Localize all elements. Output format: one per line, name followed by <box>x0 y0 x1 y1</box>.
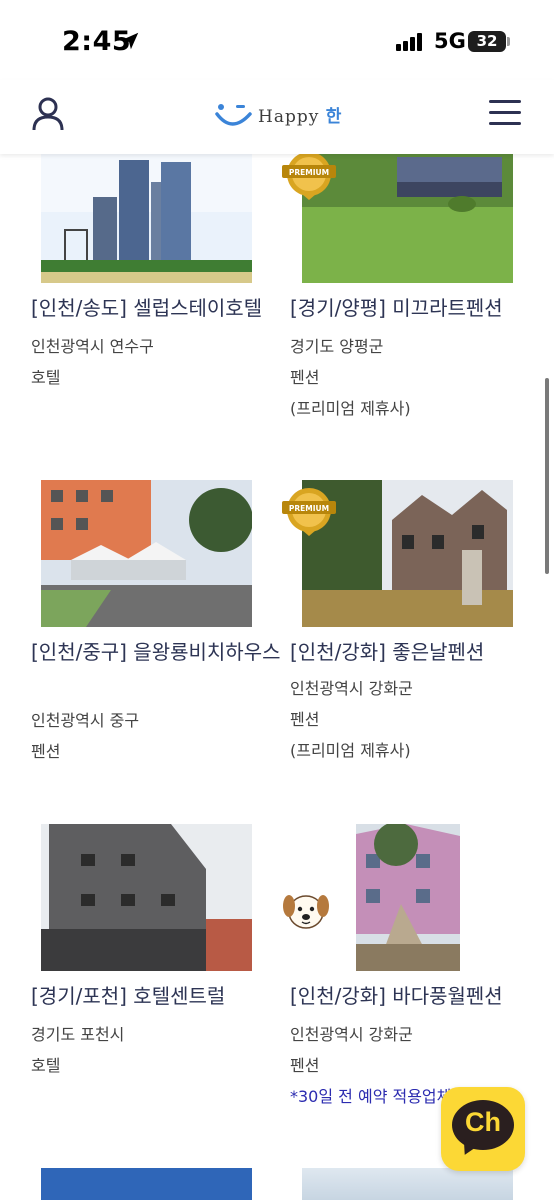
listing-card[interactable]: [인천/중구] 을왕룡비치하우스 인천광역시 중구 펜션 <box>31 480 281 770</box>
happy-han-logo[interactable]: Happy 한 <box>214 96 344 136</box>
listing-title[interactable]: [인천/중구] 을왕룡비치하우스 <box>31 636 283 669</box>
listing-note: (프리미엄 제휴사) <box>290 741 411 760</box>
listing-card[interactable]: [경기/포천] 호텔센트럴 경기도 포천시 호텔 <box>31 824 281 1094</box>
smile-logo-icon <box>215 104 252 126</box>
hamburger-menu-icon[interactable] <box>489 100 523 128</box>
app-header: Happy 한 <box>0 80 554 154</box>
listing-image[interactable] <box>356 824 460 971</box>
listing-location: 경기도 양평군 <box>290 337 384 356</box>
listing-category: 펜션 <box>290 710 320 729</box>
listing-category: 호텔 <box>31 368 61 387</box>
premium-badge-icon: PREMIUM <box>282 152 336 200</box>
listing-category: 펜션 <box>290 1056 320 1075</box>
logo-text: Happy 한 <box>258 107 343 127</box>
listing-location: 인천광역시 강화군 <box>290 1025 413 1044</box>
listing-location: 경기도 포천시 <box>31 1025 125 1044</box>
chat-button-label: Ch <box>465 1107 501 1137</box>
premium-badge-icon: PREMIUM <box>282 488 336 536</box>
listing-category: 펜션 <box>290 368 320 387</box>
pet-friendly-dog-icon <box>283 895 329 929</box>
listing-location: 인천광역시 강화군 <box>290 679 413 698</box>
listing-card[interactable]: [인천/강화] 바다풍월펜션 인천광역시 강화군 펜션 *30일 전 예약 적용… <box>290 824 540 1114</box>
listing-category: 펜션 <box>31 742 61 761</box>
listing-note: (프리미엄 제휴사) <box>290 399 411 418</box>
user-icon[interactable] <box>30 96 66 132</box>
listing-title[interactable]: [경기/포천] 호텔센트럴 <box>31 980 283 1013</box>
premium-badge-label: PREMIUM <box>289 168 329 177</box>
listing-image[interactable] <box>302 1168 513 1200</box>
listing-category: 호텔 <box>31 1056 61 1075</box>
listing-image[interactable] <box>41 152 252 283</box>
listing-location: 인천광역시 중구 <box>31 711 140 730</box>
scrollbar[interactable] <box>545 378 549 574</box>
premium-badge-label: PREMIUM <box>289 504 329 513</box>
listing-card[interactable]: [인천/송도] 셀럽스테이호텔 인천광역시 연수구 호텔 <box>31 152 281 412</box>
listing-note: *30일 전 예약 적용업체 <box>290 1087 452 1106</box>
kakao-channel-chat-button[interactable]: Ch <box>441 1087 525 1171</box>
listing-image[interactable] <box>41 480 252 627</box>
listing-title[interactable]: [경기/양평] 미끄라트펜션 <box>290 292 542 325</box>
listing-location: 인천광역시 연수구 <box>31 337 154 356</box>
listing-title[interactable]: [인천/강화] 좋은날펜션 <box>290 636 542 669</box>
listing-grid: [인천/송도] 셀럽스테이호텔 인천광역시 연수구 호텔 [경기/양평] 미끄라… <box>0 0 554 1200</box>
listing-image[interactable] <box>41 824 252 971</box>
listing-title[interactable]: [인천/송도] 셀럽스테이호텔 <box>31 292 283 325</box>
listing-title[interactable]: [인천/강화] 바다풍월펜션 <box>290 980 542 1013</box>
listing-image[interactable] <box>41 1168 252 1200</box>
